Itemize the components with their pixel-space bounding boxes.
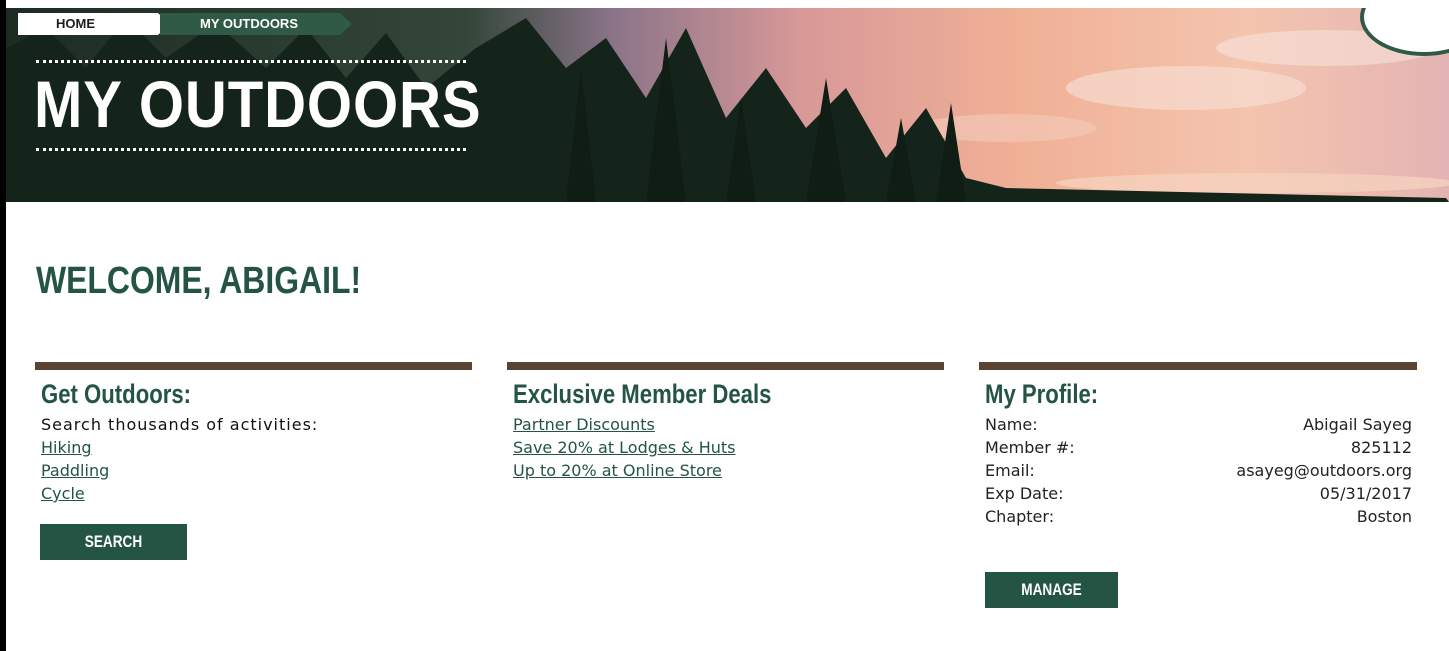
title-divider-bottom: [36, 148, 466, 151]
profile-label: Chapter:: [985, 507, 1055, 526]
link-cycle[interactable]: Cycle: [41, 482, 85, 505]
profile-row-email: Email: asayeg@outdoors.org: [985, 459, 1412, 482]
breadcrumb-home[interactable]: HOME: [18, 13, 158, 35]
link-lodges-huts[interactable]: Save 20% at Lodges & Huts: [513, 436, 736, 459]
profile-value: Boston: [1356, 507, 1412, 526]
link-hiking[interactable]: Hiking: [41, 436, 91, 459]
deals-title: Exclusive Member Deals: [513, 379, 772, 409]
deals-rule: [507, 362, 944, 370]
get-outdoors-rule: [35, 362, 472, 370]
profile-rule: [979, 362, 1417, 370]
get-outdoors-title: Get Outdoors:: [41, 379, 192, 409]
profile-title: My Profile:: [985, 379, 1099, 409]
link-partner-discounts[interactable]: Partner Discounts: [513, 413, 655, 436]
page-title: MY OUTDOORS: [34, 67, 482, 141]
hero-banner: HOME MY OUTDOORS MY OUTDOORS: [6, 8, 1449, 202]
profile-label: Name:: [985, 415, 1038, 434]
activities-lead: Search thousands of activities:: [41, 415, 319, 434]
profile-label: Email:: [985, 461, 1035, 480]
title-divider-top: [36, 60, 466, 63]
profile-value: Abigail Sayeg: [1303, 415, 1412, 434]
profile-value: 05/31/2017: [1319, 484, 1412, 503]
profile-value: asayeg@outdoors.org: [1236, 461, 1412, 480]
profile-row-chapter: Chapter: Boston: [985, 505, 1412, 528]
breadcrumb-current-arrow: [340, 13, 352, 35]
profile-row-name: Name: Abigail Sayeg: [985, 413, 1412, 436]
profile-row-exp-date: Exp Date: 05/31/2017: [985, 482, 1412, 505]
profile-label: Member #:: [985, 438, 1075, 457]
profile-value: 825112: [1350, 438, 1412, 457]
manage-profile-button[interactable]: MANAGE PROFILE: [985, 572, 1118, 635]
link-paddling[interactable]: Paddling: [41, 459, 109, 482]
welcome-heading: WELCOME, ABIGAIL!: [36, 260, 362, 302]
search-activities-button[interactable]: SEARCH ACTIVITIES: [40, 524, 187, 587]
link-online-store[interactable]: Up to 20% at Online Store: [513, 459, 722, 482]
breadcrumb-current[interactable]: MY OUTDOORS: [160, 13, 340, 35]
profile-label: Exp Date:: [985, 484, 1064, 503]
profile-row-member: Member #: 825112: [985, 436, 1412, 459]
